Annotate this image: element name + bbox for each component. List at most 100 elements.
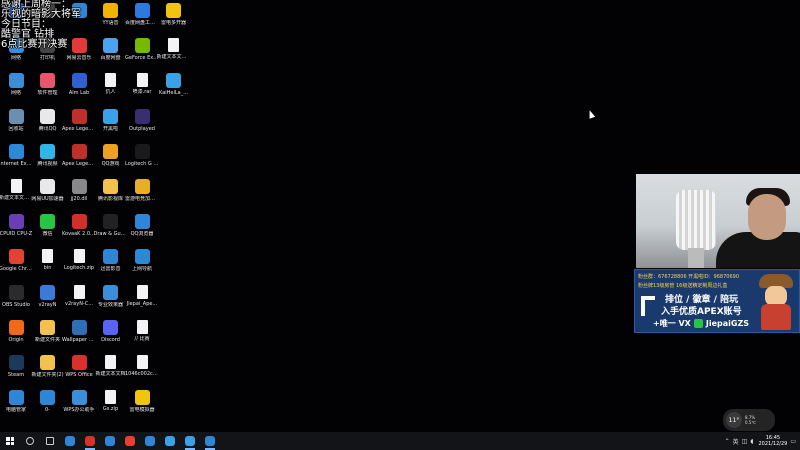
desktop-icon[interactable]: 喷漆.rar [126, 73, 158, 109]
desktop-icon[interactable]: Logitech.zip [63, 249, 95, 285]
desktop-icon[interactable]: QQ游戏 [95, 143, 127, 180]
desktop-icon[interactable]: 新建文件夹 [32, 319, 64, 356]
desktop-icon[interactable]: Apex Legends [62, 143, 96, 180]
desktop-icon[interactable]: jj20.dll [63, 179, 95, 215]
desktop-icon[interactable]: 腾讯QQ [32, 108, 64, 145]
desktop-icon[interactable]: OBS Studio [0, 284, 32, 321]
desktop-icon[interactable]: 1046c002ca... [125, 355, 159, 391]
desktop-icon[interactable]: 专业效果器 [95, 284, 127, 321]
desktop-icon[interactable]: Outplayed [126, 108, 158, 145]
desktop-icon[interactable]: 网络 [0, 73, 32, 109]
taskbar-button[interactable] [60, 432, 80, 450]
search-icon [26, 437, 34, 445]
apex-icon [71, 108, 87, 124]
desktop-icon[interactable]: 微信 [32, 214, 64, 250]
desktop-icon[interactable]: 百度网盘 [95, 38, 127, 74]
desktop-icon[interactable]: 0- [32, 390, 64, 426]
desktop-icon[interactable]: Wallpaper Engine:... [62, 319, 96, 356]
taskbar-button[interactable] [100, 432, 120, 450]
taskbar-button[interactable] [180, 432, 200, 450]
doc-icon [105, 73, 116, 88]
promo-logo-icon [641, 296, 655, 316]
desktop-icon[interactable]: 雷电多开器 [158, 3, 190, 39]
taskbar-button[interactable] [20, 432, 40, 450]
desktop-icon[interactable]: 百度网盘工作空间 [125, 3, 159, 39]
desktop-icon[interactable]: 上网导航 [126, 249, 158, 285]
start-button[interactable] [0, 432, 20, 450]
desktop-icon[interactable]: 腾讯影视库 [95, 179, 127, 215]
desktop-icon-label: 1046c002ca... [125, 371, 159, 377]
desktop-icon-label: Draw & Guess [93, 231, 128, 238]
desktop-icon[interactable]: Steam [0, 355, 32, 391]
desktop-icon-label: 网易UU加速器 [31, 196, 64, 202]
taskbar-button[interactable] [140, 432, 160, 450]
desktop-icon[interactable]: GeForce Experience [125, 38, 159, 74]
desktop-icon[interactable]: WPS办公助手 [63, 390, 95, 426]
desktop-icon[interactable]: 新建文本文档 [95, 355, 127, 391]
desktop-icon[interactable]: 雷游电竞加速器 [125, 179, 159, 215]
desktop-icon[interactable]: 网易UU加速器 [31, 179, 64, 215]
aim-icon [71, 73, 87, 89]
streamer-head [748, 194, 786, 240]
desktop-icon[interactable]: 回收站 [0, 108, 32, 145]
volume-icon[interactable]: ◖ [750, 438, 753, 445]
desktop-icon[interactable]: QQ浏览器 [126, 214, 158, 250]
desktop-icon[interactable]: 开黑啦 [95, 108, 127, 145]
desktop-icon-label: jj20.dll [70, 196, 88, 202]
taskbar-button[interactable] [40, 432, 60, 450]
desktop-icon-label: 电脑管家 [5, 407, 26, 414]
desktop-icon[interactable]: Origin [0, 319, 32, 356]
desktop-icon[interactable]: 仇人 [95, 73, 127, 109]
desktop-icon[interactable]: Aim Lab [63, 73, 95, 109]
desktop-icon[interactable]: CPUID CPU-Z [0, 214, 32, 250]
desktop-icon[interactable]: Draw & Guess [93, 214, 128, 250]
weather-stat: 0.5℃ [745, 420, 756, 425]
desktop-icon-label: Google Chrome [0, 266, 33, 273]
desktop-icon[interactable]: WPS Office [63, 355, 95, 391]
chevron-up-icon[interactable]: ⌃ [725, 438, 730, 445]
desktop-icon[interactable]: // 比赛 [126, 319, 158, 356]
taskbar-button[interactable] [120, 432, 140, 450]
desktop-icon[interactable]: v2rayN-C... [63, 284, 95, 321]
desktop-icon[interactable]: bin [32, 249, 64, 285]
network-icon[interactable]: ◫ [742, 438, 748, 445]
desktop-icon[interactable]: Gs.zip [95, 390, 127, 426]
taskbar-button[interactable] [160, 432, 180, 450]
desktop-icon[interactable]: KaiHeiLa_... [158, 73, 190, 109]
desktop-icon[interactable]: 软件管理 [32, 73, 64, 109]
desktop-icon[interactable]: 电脑管家 [0, 390, 32, 426]
desktop-icon[interactable]: Discord [95, 319, 127, 356]
doc-icon [168, 38, 179, 53]
desktop-icon[interactable]: YY语音 [95, 3, 127, 39]
desktop-icon[interactable]: 腾讯视频 [32, 143, 64, 180]
outplayed-icon [134, 108, 150, 124]
desktop-icon-label: 新建文本文档(2) [0, 195, 33, 201]
input-method-indicator[interactable]: 英 [733, 437, 739, 446]
clock[interactable]: 16:45 2021/12/29 [759, 435, 788, 447]
desktop-icon-label: Apex Legends [62, 125, 96, 132]
desktop-icon[interactable]: Jiepai_Ape... [126, 284, 158, 321]
desktop-icon-label: v2rayN-C... [64, 300, 94, 307]
desktop-icon[interactable]: v2rayN [32, 284, 64, 321]
desktop-icon[interactable]: 新建文本文档(3) [157, 38, 191, 74]
desktop-icon[interactable]: KovaaK 2.0 The Meta [62, 214, 96, 250]
desktop-icon[interactable]: Google Chrome [0, 249, 33, 285]
desktop-icon[interactable]: 新建文件夹(2) [31, 355, 64, 391]
system-tray: ⌃ 英 ◫ ◖ 16:45 2021/12/29 ▭ [725, 432, 800, 450]
desktop-icon-label: QQ游戏 [101, 160, 120, 167]
desktop-icon-label: 雷电模拟器 [129, 407, 155, 414]
taskbar-button[interactable] [200, 432, 220, 450]
desktop-icon[interactable]: 雷电模拟器 [126, 390, 158, 426]
desktop-icon[interactable]: 迅雷影音 [95, 249, 127, 285]
desktop-icon[interactable]: 新建文本文档(2) [0, 179, 33, 215]
weather-temperature: 11° [726, 412, 742, 428]
weather-widget[interactable]: 11° 8.7% 0.5℃ [723, 409, 775, 431]
desktop-icon[interactable]: Apex Legends [62, 108, 96, 145]
desktop-icon-label: v2rayN [38, 301, 57, 308]
desktop-icon[interactable]: Internet Explorer [0, 143, 33, 180]
desktop-icon[interactable]: Logitech G HUB [125, 143, 159, 180]
notification-icon[interactable]: ▭ [790, 438, 796, 445]
desktop-icon-label: 百度网盘 [100, 55, 121, 62]
taskbar-button[interactable] [80, 432, 100, 450]
desktop-icon-label: Internet Explorer [0, 160, 33, 167]
